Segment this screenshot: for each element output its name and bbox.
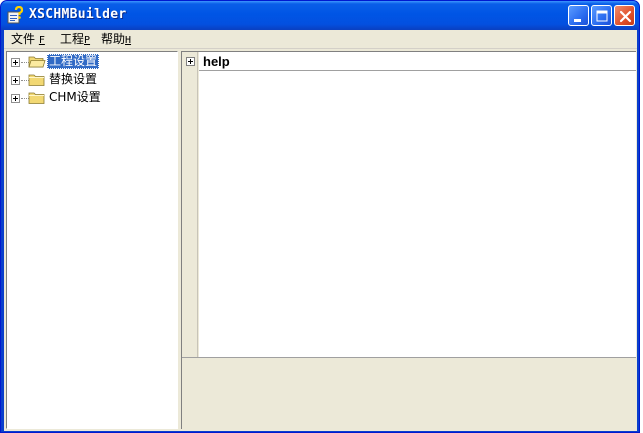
tree-item-label: CHM设置 xyxy=(49,90,101,104)
close-icon xyxy=(619,10,632,23)
tree-item-project-settings[interactable]: 工程设置 xyxy=(7,54,177,70)
window-title: XSCHMBuilder xyxy=(29,7,127,22)
menu-file-key: F xyxy=(38,35,45,46)
help-header: help xyxy=(199,52,636,71)
menu-project-key: P xyxy=(84,35,91,46)
expand-icon[interactable] xyxy=(11,94,20,103)
help-pane: help xyxy=(181,51,636,429)
settings-tree[interactable]: 工程设置 替换设置 CHM设置 xyxy=(6,51,178,429)
help-title: help xyxy=(203,54,230,69)
expand-icon[interactable] xyxy=(11,58,20,67)
minimize-button[interactable] xyxy=(568,5,589,26)
tree-item-replace-settings[interactable]: 替换设置 xyxy=(7,72,177,88)
help-gutter xyxy=(182,52,198,357)
close-button[interactable] xyxy=(614,5,635,26)
expand-icon[interactable] xyxy=(186,57,195,66)
tree-item-label: 替换设置 xyxy=(49,72,98,86)
menu-help-key: H xyxy=(125,35,132,46)
open-folder-icon xyxy=(28,56,46,68)
menu-help[interactable]: 帮助H xyxy=(99,32,133,47)
folder-icon xyxy=(28,74,45,86)
menu-project-label: 工程 xyxy=(60,32,85,46)
maximize-button[interactable] xyxy=(591,5,612,26)
menu-project[interactable]: 工程P xyxy=(58,32,92,47)
folder-icon xyxy=(28,92,45,104)
title-bar[interactable]: XSCHMBuilder xyxy=(1,1,639,30)
menu-help-label: 帮助 xyxy=(101,32,126,46)
app-window: XSCHMBuilder 文件 F 工程P 帮助H 工程设置 替换设置 CHM设… xyxy=(0,0,640,433)
menu-bar: 文件 F 工程P 帮助H xyxy=(4,30,637,49)
tree-item-label: 工程设置 xyxy=(47,54,100,69)
maximize-icon xyxy=(596,10,608,22)
menu-file-label: 文件 xyxy=(11,32,36,46)
menu-file[interactable]: 文件 F xyxy=(9,32,47,47)
app-icon xyxy=(7,6,24,24)
help-content[interactable]: help xyxy=(199,52,636,357)
expand-icon[interactable] xyxy=(11,76,20,85)
client-area: 文件 F 工程P 帮助H 工程设置 替换设置 CHM设置 help xyxy=(4,30,637,431)
tree-item-chm-settings[interactable]: CHM设置 xyxy=(7,90,177,106)
bottom-panel xyxy=(182,357,636,429)
minimize-icon xyxy=(574,19,581,22)
